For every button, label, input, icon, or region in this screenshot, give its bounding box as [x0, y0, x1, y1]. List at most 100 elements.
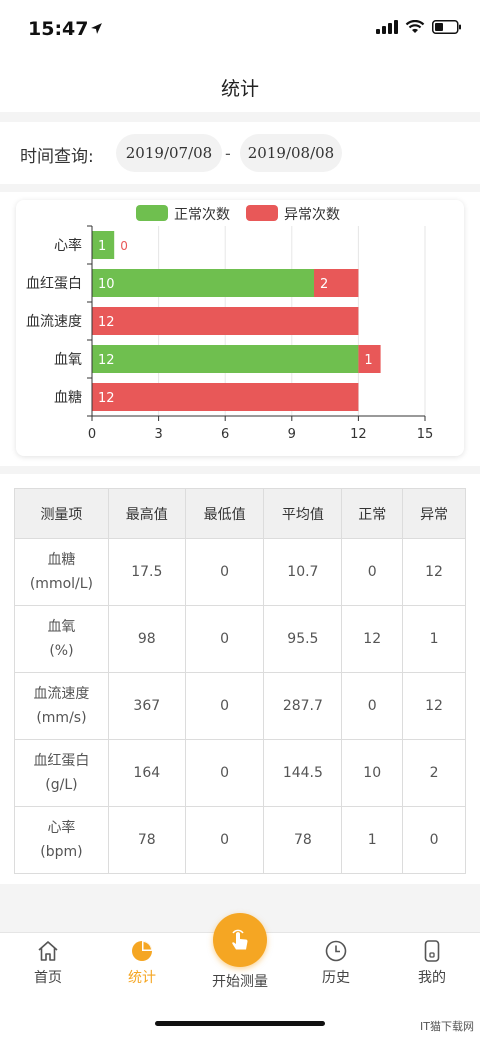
col-header-min: 最低值: [184, 488, 265, 539]
item-name: 血糖: [47, 552, 76, 568]
bar-value-label: 10: [98, 277, 115, 292]
location-arrow-icon: [91, 23, 102, 34]
x-tick-label: 0: [88, 427, 96, 442]
table-header-row: 测量项 最高值 最低值 平均值 正常 异常: [14, 488, 466, 539]
bar-abnormal: [92, 383, 359, 411]
cell-item: 血糖 (mmol/L): [14, 538, 109, 606]
tab-label: 我的: [418, 970, 446, 986]
item-unit: (mm/s): [36, 710, 87, 726]
table-row: 血流速度 (mm/s) 367 0 287.7 0 12: [14, 672, 466, 740]
table-section: 测量项 最高值 最低值 平均值 正常 异常 血糖 (mmol/L) 17.5 0…: [0, 474, 480, 884]
cell-min: 0: [184, 672, 265, 740]
tab-label: 统计: [128, 970, 156, 986]
cell-abnormal: 12: [402, 538, 466, 606]
end-date-picker[interactable]: 2019/08/08: [240, 134, 342, 172]
clock-icon: [325, 940, 347, 962]
cell-avg: 95.5: [263, 605, 343, 673]
cell-item: 血流速度 (mm/s): [14, 672, 109, 740]
bar-value-label: 12: [98, 391, 115, 406]
item-name: 心率: [47, 820, 76, 836]
cell-normal: 0: [341, 538, 404, 606]
watermark: IT猫下载网: [420, 1020, 474, 1033]
nav-bar: 统计: [0, 60, 480, 112]
legend-swatch: [246, 205, 278, 221]
col-header-abnormal: 异常: [402, 488, 466, 539]
tab-statistics[interactable]: 统计: [102, 939, 182, 987]
status-time: 15:47: [28, 18, 89, 40]
bar-normal: [92, 345, 359, 373]
start-measure-label[interactable]: 开始测量: [190, 971, 290, 991]
col-header-normal: 正常: [341, 488, 404, 539]
x-tick-label: 3: [154, 427, 162, 442]
category-label: 血氧: [54, 352, 82, 368]
col-header-item: 测量项: [14, 488, 109, 539]
cell-max: 98: [107, 605, 186, 673]
tab-home[interactable]: 首页: [8, 939, 88, 987]
x-tick-label: 15: [417, 427, 434, 442]
tab-bar: 首页 统计 开始测量 历史 我的: [0, 913, 480, 1038]
chart-card: 1 0 心率 10 2 血红蛋白 12 血流速度 12 1 血氧 12 血糖 0 3 6 9 12 15 正常次数 异常…: [16, 200, 464, 456]
stats-table: 测量项 最高值 最低值 平均值 正常 异常 血糖 (mmol/L) 17.5 0…: [14, 488, 466, 874]
item-unit: (mmol/L): [29, 576, 94, 592]
cell-normal: 10: [341, 739, 404, 807]
cell-normal: 1: [341, 806, 404, 874]
cell-item: 血红蛋白 (g/L): [14, 739, 109, 807]
cell-item: 心率 (bpm): [14, 806, 109, 874]
category-label: 血红蛋白: [26, 276, 82, 292]
item-unit: (g/L): [45, 777, 78, 793]
bar-abnormal: [92, 307, 359, 335]
date-separator: -: [225, 144, 231, 163]
cell-max: 164: [107, 739, 186, 807]
cell-abnormal: 1: [402, 605, 466, 673]
x-tick-label: 12: [350, 427, 367, 442]
category-label: 心率: [54, 237, 82, 254]
x-tick-label: 6: [221, 427, 229, 442]
item-name: 血流速度: [33, 686, 90, 702]
table-row: 心率 (bpm) 78 0 78 1 0: [14, 806, 466, 874]
home-indicator: [155, 1021, 325, 1026]
tab-label: 历史: [322, 970, 350, 986]
item-name: 血氧: [47, 619, 76, 635]
bar-value-label: 12: [98, 315, 115, 330]
bar-value-label: 12: [98, 353, 115, 368]
pie-chart-icon: [132, 941, 152, 961]
category-label: 血糖: [54, 390, 82, 406]
phone-icon: [424, 940, 440, 962]
cell-normal: 0: [341, 672, 404, 740]
category-label: 血流速度: [26, 314, 82, 330]
cell-abnormal: 0: [402, 806, 466, 874]
tab-history[interactable]: 历史: [296, 939, 376, 987]
cell-min: 0: [184, 605, 265, 673]
legend-label: 异常次数: [284, 207, 340, 223]
cell-max: 367: [107, 672, 186, 740]
chart-section: 1 0 心率 10 2 血红蛋白 12 血流速度 12 1 血氧 12 血糖 0 3 6 9 12 15 正常次数 异常…: [0, 192, 480, 466]
cell-abnormal: 2: [402, 739, 466, 807]
tab-profile[interactable]: 我的: [392, 939, 472, 987]
cell-min: 0: [184, 806, 265, 874]
legend-swatch: [136, 205, 168, 221]
cell-min: 0: [184, 739, 265, 807]
stacked-bar-chart: 1 0心率10 2血红蛋白12血流速度12 1血氧12血糖0 3 6 9 12 15正常次数 异常…: [26, 205, 434, 442]
item-name: 血红蛋白: [33, 753, 90, 769]
tab-label: 首页: [34, 970, 62, 986]
cell-avg: 78: [263, 806, 343, 874]
date-query-label: 时间查询:: [20, 147, 94, 167]
start-date-picker[interactable]: 2019/07/08: [116, 134, 222, 172]
page-title: 统计: [220, 78, 259, 100]
col-header-avg: 平均值: [263, 488, 343, 539]
date-query-row: 时间查询: 2019/07/08 - 2019/08/08: [0, 122, 480, 184]
cell-avg: 287.7: [263, 672, 343, 740]
status-bar: 15:47: [0, 0, 480, 60]
wifi-icon: [405, 20, 425, 33]
bar-value-label: 1: [98, 239, 106, 254]
cell-normal: 12: [341, 605, 404, 673]
legend-label: 正常次数: [174, 207, 230, 223]
cell-max: 78: [107, 806, 186, 874]
bar-value-label: 2: [320, 277, 328, 292]
start-measure-button[interactable]: [213, 913, 267, 967]
cell-avg: 144.5: [263, 739, 343, 807]
table-row: 血糖 (mmol/L) 17.5 0 10.7 0 12: [14, 538, 466, 606]
cell-avg: 10.7: [263, 538, 343, 606]
cell-min: 0: [184, 538, 265, 606]
bar-value-label: 0: [120, 239, 128, 253]
